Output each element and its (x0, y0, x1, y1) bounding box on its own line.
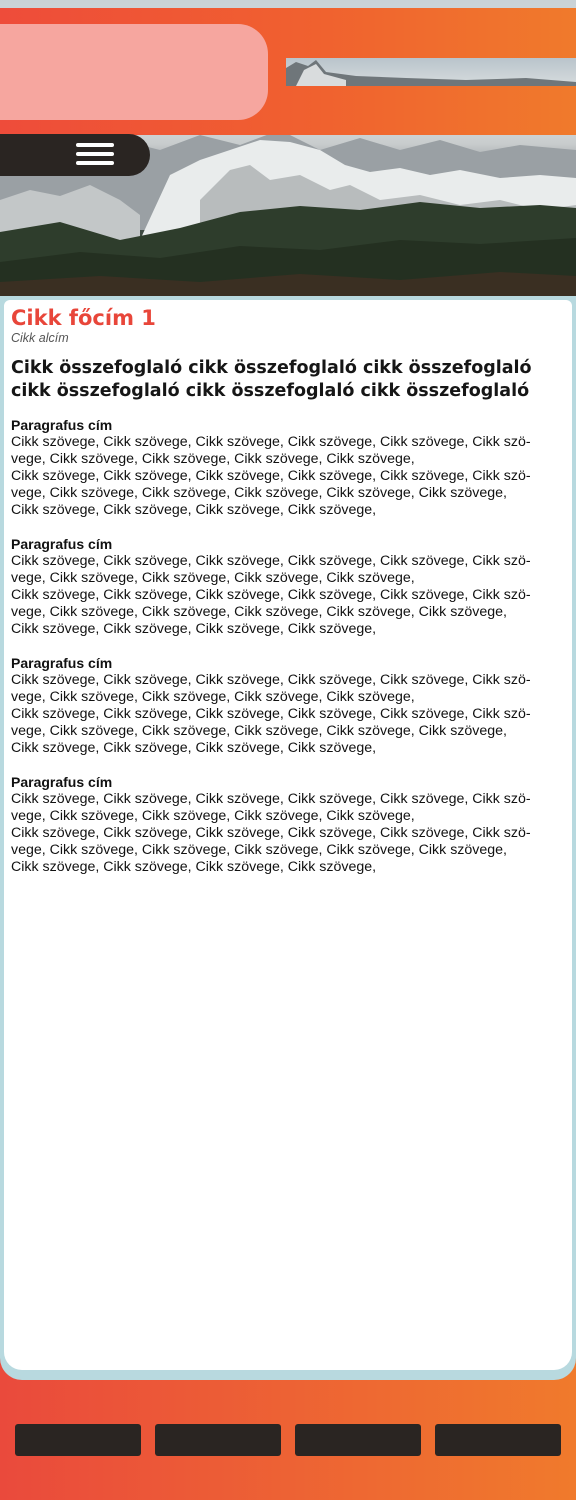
paragraph-line: Cikk szövege, Cikk szövege, Cikk szövege… (11, 672, 531, 688)
paragraph-line: vege, Cikk szövege, Cikk szövege, Cikk s… (11, 842, 507, 858)
paragraph-line: Cikk szövege, Cikk szövege, Cikk szövege… (11, 587, 531, 603)
paragraph-4: Paragrafus cím Cikk szövege, Cikk szöveg… (11, 774, 563, 876)
paragraph-line: Cikk szövege, Cikk szövege, Cikk szövege… (11, 468, 531, 484)
article-card: Cikk főcím 1 Cikk alcím Cikk összefoglal… (4, 300, 572, 1370)
menu-tab[interactable] (0, 134, 150, 176)
nav-button-2[interactable] (155, 1424, 281, 1456)
paragraph-line: Cikk szövege, Cikk szövege, Cikk szövege… (11, 434, 531, 450)
paragraph-title: Paragrafus cím (11, 774, 113, 790)
paragraph-line: Cikk szövege, Cikk szövege, Cikk szövege… (11, 502, 377, 518)
article-card-frame: Cikk főcím 1 Cikk alcím Cikk összefoglal… (0, 296, 576, 1380)
paragraph-title: Paragrafus cím (11, 417, 113, 433)
nav-button-1[interactable] (15, 1424, 141, 1456)
bottom-navigation (0, 1424, 576, 1457)
paragraph-line: Cikk szövege, Cikk szövege, Cikk szövege… (11, 706, 531, 722)
logo-placeholder[interactable] (0, 24, 268, 120)
article-title: Cikk főcím 1 (11, 306, 156, 330)
hero-image (0, 0, 576, 300)
paragraph-line: vege, Cikk szövege, Cikk szövege, Cikk s… (11, 604, 507, 620)
paragraph-line: Cikk szövege, Cikk szövege, Cikk szövege… (11, 791, 531, 807)
paragraph-2: Paragrafus cím Cikk szövege, Cikk szöveg… (11, 536, 563, 638)
article-content: Cikk főcím 1 Cikk alcím Cikk összefoglal… (4, 300, 563, 876)
paragraph-line: Cikk szövege, Cikk szövege, Cikk szövege… (11, 859, 377, 875)
paragraph-line: vege, Cikk szövege, Cikk szövege, Cikk s… (11, 723, 507, 739)
article-summary: Cikk összefoglaló cikk összefoglaló cikk… (11, 358, 532, 401)
paragraph-line: vege, Cikk szövege, Cikk szövege, Cikk s… (11, 808, 415, 824)
paragraph-line: Cikk szövege, Cikk szövege, Cikk szövege… (11, 825, 531, 841)
nav-button-3[interactable] (295, 1424, 421, 1456)
paragraph-title: Paragrafus cím (11, 655, 113, 671)
hamburger-icon[interactable] (76, 143, 114, 167)
article-subtitle: Cikk alcím (11, 331, 69, 345)
band-window-image (286, 58, 576, 86)
paragraph-3: Paragrafus cím Cikk szövege, Cikk szöveg… (11, 655, 563, 757)
paragraph-line: vege, Cikk szövege, Cikk szövege, Cikk s… (11, 451, 415, 467)
paragraph-1: Paragrafus cím Cikk szövege, Cikk szöveg… (11, 417, 563, 519)
nav-button-4[interactable] (435, 1424, 561, 1456)
paragraph-line: Cikk szövege, Cikk szövege, Cikk szövege… (11, 621, 377, 637)
paragraph-line: vege, Cikk szövege, Cikk szövege, Cikk s… (11, 689, 415, 705)
paragraph-line: vege, Cikk szövege, Cikk szövege, Cikk s… (11, 570, 415, 586)
paragraph-line: Cikk szövege, Cikk szövege, Cikk szövege… (11, 740, 377, 756)
paragraph-title: Paragrafus cím (11, 536, 113, 552)
paragraph-line: Cikk szövege, Cikk szövege, Cikk szövege… (11, 553, 531, 569)
paragraph-line: vege, Cikk szövege, Cikk szövege, Cikk s… (11, 485, 507, 501)
